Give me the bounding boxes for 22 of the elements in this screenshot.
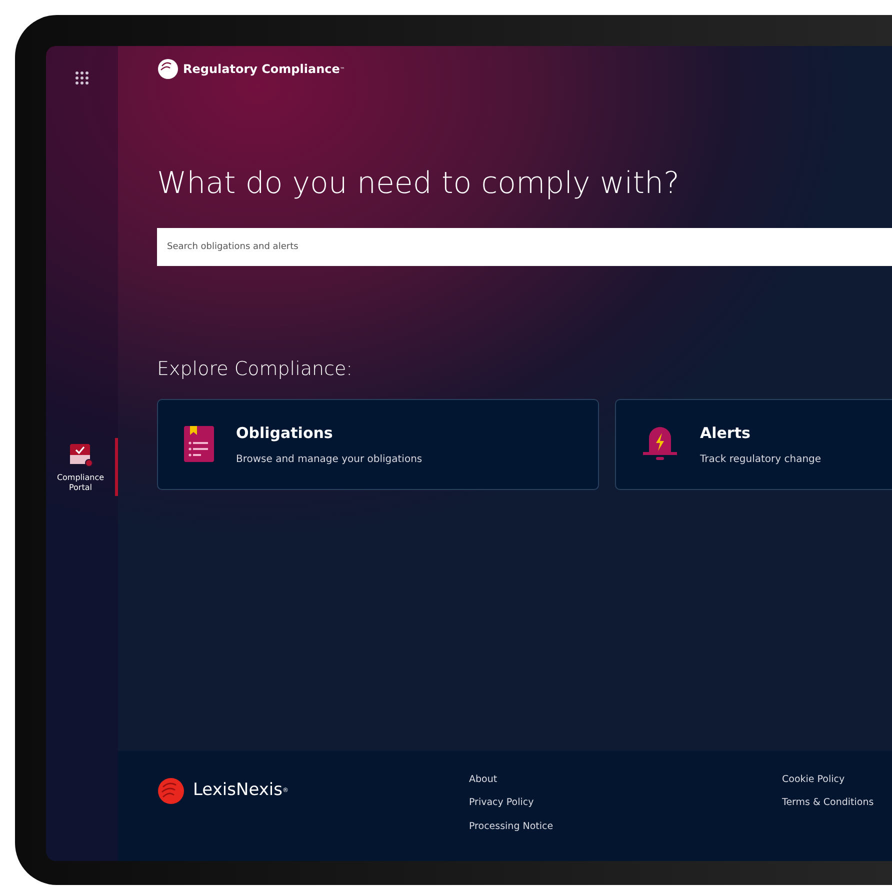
brand-name: LexisNexis$^{®}$	[193, 779, 288, 802]
footer-link[interactable]: Privacy Policy	[469, 796, 782, 810]
footer-link[interactable]: Terms & Conditions	[782, 796, 874, 810]
card-title: Alerts	[700, 422, 752, 444]
footer-link[interactable]: Cookie Policy	[782, 773, 874, 788]
card-title: Obligations	[236, 422, 334, 444]
section-heading: Explore Compliance:	[157, 358, 354, 381]
logo-icon	[157, 777, 185, 805]
card-description: Track regulatory change	[700, 453, 822, 468]
explore-card[interactable]: Obligations Browse and manage your obligations	[157, 398, 599, 490]
apps-grid-icon[interactable]	[74, 70, 90, 86]
book-icon	[182, 424, 216, 464]
footer-link[interactable]: About	[469, 773, 782, 788]
checklist-icon	[68, 442, 94, 468]
card-description: Browse and manage your obligations	[236, 453, 422, 468]
sidebar-item[interactable]: Compliance Portal	[46, 438, 118, 496]
logo-icon	[157, 58, 179, 80]
product-name: Regulatory Compliance$^{™}$	[183, 61, 345, 78]
footer-link[interactable]: Processing Notice	[469, 820, 782, 834]
search-field[interactable]: Search obligations and alerts	[157, 228, 892, 266]
explore-card[interactable]: Alerts Track regulatory change	[615, 398, 892, 490]
hero-heading: What do you need to comply with?	[157, 166, 680, 202]
